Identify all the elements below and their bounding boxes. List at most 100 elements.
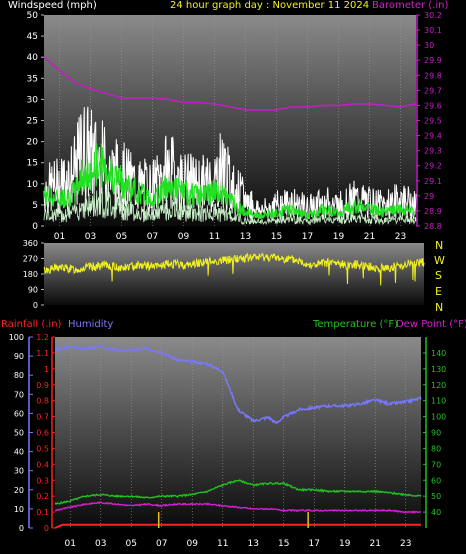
- hour-label-top: 01: [54, 232, 65, 242]
- hour-label-top: 13: [240, 232, 251, 242]
- rainfall-tick-label: 0.3: [36, 476, 49, 485]
- hour-label-bottom: 05: [126, 539, 137, 549]
- rainfall-tick-label: 0.2: [36, 492, 49, 501]
- temperature-tick-label: 60: [431, 476, 441, 485]
- baro-tick-label: 29.1: [424, 177, 442, 186]
- baro-tick-label: 29.5: [424, 117, 442, 126]
- baro-tick-label: 29.3: [424, 147, 442, 156]
- baro-tick-label: 29.8: [424, 71, 442, 80]
- compass-n-bottom: N: [435, 301, 444, 314]
- temperature-tick-label: 110: [431, 397, 446, 406]
- baro-tick-label: 29.7: [424, 86, 442, 95]
- temperature-tick-label: 120: [431, 381, 446, 390]
- hour-label-top: 21: [364, 232, 375, 242]
- hour-label-top: 09: [178, 232, 190, 242]
- baro-tick-label: 30.1: [424, 26, 442, 35]
- humidity-tick-label: 80: [14, 371, 24, 380]
- hour-label-top: 23: [395, 232, 406, 242]
- baro-tick-label: 28.9: [424, 207, 442, 216]
- direction-tick-label: 180: [23, 270, 38, 279]
- baro-tick-label: 30: [424, 41, 434, 50]
- wind-tick-label: 45: [27, 32, 38, 42]
- wind-tick-label: 15: [27, 159, 38, 169]
- hour-label-top: 15: [271, 232, 282, 242]
- rainfall-tick-label: 0.1: [36, 508, 49, 517]
- wind-tick-label: 0: [32, 222, 38, 232]
- hour-label-bottom: 17: [309, 539, 320, 549]
- hour-label-top: 17: [302, 232, 313, 242]
- baro-tick-label: 30.2: [424, 11, 442, 20]
- baro-tick-label: 29.9: [424, 56, 442, 65]
- temperature-tick-label: 140: [431, 349, 446, 358]
- direction-tick-label: 0: [33, 301, 38, 310]
- humidity-tick-label: 100: [9, 333, 24, 342]
- hour-label-bottom: 03: [95, 539, 106, 549]
- hour-label-bottom: 15: [278, 539, 289, 549]
- baro-tick-label: 29.2: [424, 162, 442, 171]
- hour-label-bottom: 11: [217, 539, 228, 549]
- dewpoint-label: Dew Point (°F): [396, 319, 466, 330]
- humidity-tick-label: 50: [14, 429, 24, 438]
- direction-tick-label: 360: [23, 239, 38, 248]
- compass-n-top: N: [435, 239, 444, 252]
- direction-tick-label: 270: [23, 255, 38, 264]
- rainfall-tick-label: 1: [44, 365, 49, 374]
- rainfall-tick-label: 1.1: [36, 349, 49, 358]
- hour-label-bottom: 01: [65, 539, 76, 549]
- humidity-tick-label: 40: [14, 448, 24, 457]
- hour-label-top: 05: [116, 232, 127, 242]
- hour-label-bottom: 21: [370, 539, 381, 549]
- hour-label-top: 19: [333, 232, 345, 242]
- rainfall-tick-label: 1.2: [36, 333, 49, 342]
- hour-label-top: 07: [147, 232, 158, 242]
- barometer-label: Barometer (.in): [372, 0, 449, 11]
- weather-graph: 0 5 10 15 20 25 30 35 40 45 50 28.8 28.9 29 29.1 29.2 29…: [0, 0, 466, 554]
- temperature-tick-label: 90: [431, 429, 441, 438]
- humidity-tick-label: 20: [14, 486, 24, 495]
- direction-plot-area: [44, 243, 424, 305]
- hour-label-bottom: 19: [339, 539, 351, 549]
- compass-e: E: [435, 285, 442, 298]
- hour-label-bottom: 09: [187, 539, 199, 549]
- humidity-label: Humidity: [68, 319, 114, 330]
- wind-tick-label: 5: [32, 201, 38, 211]
- windspeed-label: Windspeed (mph): [8, 0, 97, 11]
- compass-s: S: [435, 269, 442, 282]
- temperature-tick-label: 40: [431, 508, 441, 517]
- humidity-tick-label: 30: [14, 467, 24, 476]
- direction-tick-label: 90: [28, 286, 38, 295]
- wind-tick-label: 10: [27, 180, 39, 190]
- graph-canvas: 0510152025303540455028.828.92929.129.229…: [9, 11, 447, 549]
- humidity-tick-label: 10: [14, 505, 24, 514]
- temperature-tick-label: 130: [431, 365, 446, 374]
- rainfall-tick-label: 0.4: [36, 460, 49, 469]
- wind-tick-label: 35: [27, 74, 38, 84]
- rainfall-tick-label: 0.8: [36, 397, 49, 406]
- baro-tick-label: 28.8: [424, 222, 442, 231]
- humidity-tick-label: 60: [14, 409, 24, 418]
- baro-tick-label: 29.6: [424, 101, 442, 110]
- rainfall-tick-label: 0.7: [36, 413, 49, 422]
- hour-label-top: 11: [209, 232, 220, 242]
- graph-title: 24 hour graph day : November 11 2024: [170, 0, 370, 11]
- hour-label-bottom: 23: [400, 539, 411, 549]
- rainfall-tick-label: 0.5: [36, 444, 49, 453]
- baro-tick-label: 29: [424, 192, 434, 201]
- rainfall-tick-label: 0.9: [36, 381, 49, 390]
- rainfall-tick-label: 0: [44, 524, 49, 533]
- humidity-tick-label: 70: [14, 390, 24, 399]
- wind-tick-label: 50: [27, 11, 39, 21]
- temperature-tick-label: 80: [431, 444, 441, 453]
- baro-tick-label: 29.4: [424, 132, 442, 141]
- temperature-tick-label: 70: [431, 460, 441, 469]
- humidity-tick-label: 0: [19, 524, 24, 533]
- rainfall-tick-label: 0.6: [36, 429, 49, 438]
- temperature-plot-area: [55, 337, 421, 528]
- hour-label-bottom: 13: [248, 539, 259, 549]
- rainfall-label: Rainfall (.in): [1, 319, 62, 330]
- wind-tick-label: 40: [27, 53, 39, 63]
- humidity-tick-label: 90: [14, 352, 24, 361]
- temperature-label: Temperature (°F): [313, 319, 399, 330]
- temperature-tick-label: 50: [431, 492, 441, 501]
- hour-label-top: 03: [85, 232, 96, 242]
